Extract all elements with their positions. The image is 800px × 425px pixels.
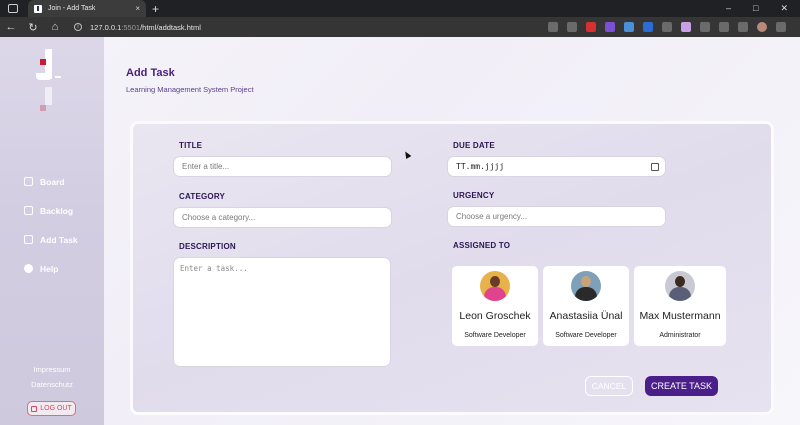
home-icon[interactable]: ⌂: [44, 21, 66, 33]
collections-icon[interactable]: [738, 22, 748, 32]
site-info-icon[interactable]: i: [74, 23, 82, 31]
join-logo[interactable]: [36, 49, 66, 119]
url-port: :5501: [121, 22, 141, 32]
avatar: [665, 271, 695, 301]
add-task-icon: [24, 235, 33, 244]
title-placeholder: Enter a title...: [182, 162, 230, 171]
extension-icon[interactable]: [681, 22, 691, 32]
adblock-extension-icon[interactable]: [586, 22, 596, 32]
sidebar-item-label: Backlog: [40, 205, 74, 216]
due-date-input[interactable]: TT.mm.jjjj: [447, 156, 666, 177]
profile-avatar[interactable]: [757, 22, 767, 32]
url-field[interactable]: i 127.0.0.1:5501/html/addtask.html: [74, 23, 201, 32]
footer-links: Impressum Datenschutz: [0, 362, 104, 392]
user-card-max[interactable]: Max Mustermann Administrator: [634, 266, 726, 346]
title-input[interactable]: Enter a title...: [173, 156, 392, 177]
close-window-button[interactable]: ✕: [780, 3, 788, 14]
sidebar: Board Backlog Add Task Help Impressum Da…: [0, 37, 104, 425]
sidebar-nav: Board Backlog Add Task Help: [24, 167, 78, 283]
description-textarea[interactable]: Enter a task...: [173, 257, 391, 367]
assigned-to-label: ASSIGNED TO: [453, 241, 511, 250]
user-role: Software Developer: [555, 332, 617, 339]
user-card-anastasiia[interactable]: Anastasiia Ünal Software Developer: [543, 266, 629, 346]
category-select[interactable]: Choose a category...: [173, 207, 392, 228]
favorites-icon[interactable]: [719, 22, 729, 32]
join-favicon-icon: [34, 4, 42, 13]
url-host: 127.0.0.1: [90, 22, 122, 32]
window-controls: – □ ✕: [726, 3, 800, 14]
sidebar-item-backlog[interactable]: Backlog: [24, 196, 78, 225]
user-name: Leon Groschek: [459, 310, 531, 322]
user-name: Anastasiia Ünal: [549, 310, 623, 322]
browser-tab[interactable]: Join - Add Task ×: [28, 0, 146, 17]
logout-button[interactable]: LOG OUT: [27, 401, 76, 416]
back-icon[interactable]: ←: [0, 21, 22, 33]
split-screen-icon[interactable]: [662, 22, 672, 32]
page-subtitle: Learning Management System Project: [126, 85, 254, 94]
extension-icon[interactable]: [624, 22, 634, 32]
sidebar-item-label: Help: [40, 263, 59, 274]
new-tab-button[interactable]: +: [152, 2, 159, 16]
extensions-icon[interactable]: [700, 22, 710, 32]
extensions-toolbar: [548, 22, 800, 32]
imprint-link[interactable]: Impressum: [0, 362, 104, 377]
extension-icon[interactable]: [605, 22, 615, 32]
logout-label: LOG OUT: [40, 405, 72, 412]
user-role: Administrator: [659, 332, 701, 339]
cancel-button[interactable]: CANCEL: [585, 376, 633, 396]
sidebar-item-add-task[interactable]: Add Task: [24, 225, 78, 254]
app-viewport: Board Backlog Add Task Help Impressum Da…: [0, 37, 800, 425]
page-title: Add Task: [126, 67, 175, 79]
due-date-label: DUE DATE: [453, 141, 495, 150]
extension-icon[interactable]: [643, 22, 653, 32]
reload-icon[interactable]: ↻: [22, 21, 44, 34]
board-icon: [24, 177, 33, 186]
help-icon: [24, 264, 33, 273]
urgency-select[interactable]: Choose a urgency...: [447, 206, 666, 227]
maximize-button[interactable]: □: [753, 3, 758, 14]
sidebar-item-label: Board: [40, 176, 65, 187]
privacy-link[interactable]: Datenschutz: [0, 377, 104, 392]
category-label: CATEGORY: [179, 192, 226, 201]
due-date-placeholder: TT.mm.jjjj: [456, 162, 505, 171]
calendar-icon[interactable]: [651, 163, 659, 171]
more-menu-icon[interactable]: [776, 22, 786, 32]
minimize-button[interactable]: –: [726, 3, 731, 14]
sidebar-item-help[interactable]: Help: [24, 254, 78, 283]
avatar: [480, 271, 510, 301]
tab-title: Join - Add Task: [48, 5, 96, 12]
address-bar: ← ↻ ⌂ i 127.0.0.1:5501/html/addtask.html: [0, 17, 800, 37]
browser-tab-bar: Join - Add Task × + – □ ✕: [0, 0, 800, 17]
description-placeholder: Enter a task...: [180, 264, 248, 273]
url-path: /html/addtask.html: [140, 22, 201, 32]
user-name: Max Mustermann: [639, 310, 721, 322]
logout-icon: [31, 405, 38, 412]
avatar: [571, 271, 601, 301]
user-role: Software Developer: [464, 332, 526, 339]
backlog-icon: [24, 206, 33, 215]
user-card-leon[interactable]: Leon Groschek Software Developer: [452, 266, 538, 346]
favorite-add-icon[interactable]: [567, 22, 577, 32]
sidebar-item-label: Add Task: [40, 234, 78, 245]
window-menu-icon[interactable]: [8, 4, 18, 13]
create-task-button[interactable]: CREATE TASK: [645, 376, 718, 396]
urgency-placeholder: Choose a urgency...: [456, 212, 528, 221]
read-aloud-icon[interactable]: [548, 22, 558, 32]
tab-close-icon[interactable]: ×: [135, 4, 140, 13]
title-label: TITLE: [179, 141, 203, 150]
category-placeholder: Choose a category...: [182, 213, 256, 222]
description-label: DESCRIPTION: [179, 242, 236, 251]
urgency-label: URGENCY: [453, 191, 495, 200]
sidebar-item-board[interactable]: Board: [24, 167, 78, 196]
